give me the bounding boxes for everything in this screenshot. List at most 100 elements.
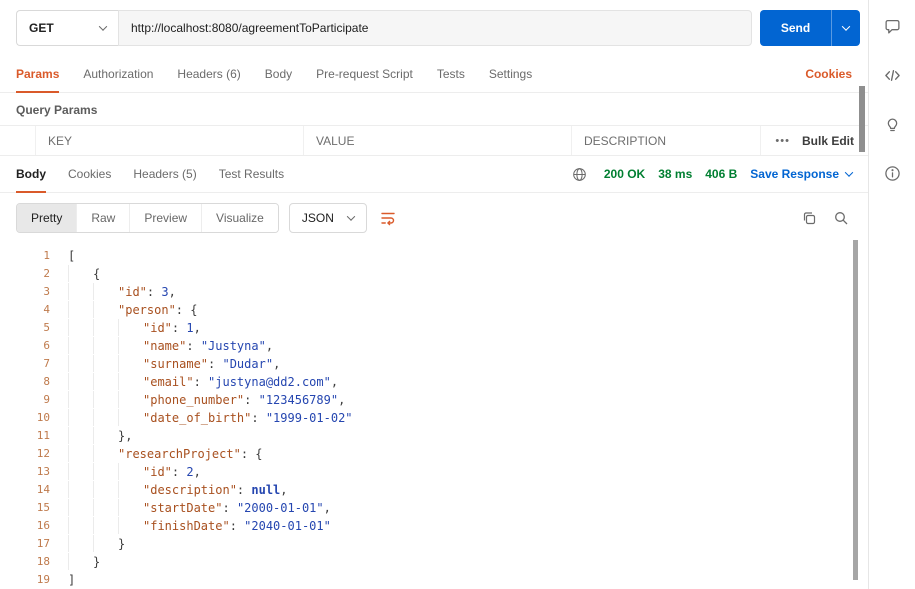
json-string: "2040-01-01" — [244, 519, 331, 533]
json-number: 2 — [186, 465, 194, 479]
json-string: "justyna@dd2.com" — [208, 375, 331, 389]
code-text: "person": { — [50, 301, 197, 319]
code-icon[interactable] — [880, 63, 904, 87]
method-select[interactable]: GET — [16, 10, 118, 46]
column-header-value[interactable]: VALUE — [304, 126, 572, 155]
indent-guide — [93, 391, 118, 408]
column-header-key[interactable]: KEY — [36, 126, 304, 155]
view-tab-visualize[interactable]: Visualize — [202, 204, 278, 232]
indent-guide — [93, 301, 118, 318]
globe-icon[interactable] — [569, 163, 591, 185]
json-punctuation: : — [146, 285, 162, 299]
response-time[interactable]: 38 ms — [658, 167, 692, 181]
json-null: null — [251, 483, 281, 497]
status-badge[interactable]: 200 OK — [604, 167, 645, 181]
indent-guide — [68, 301, 93, 318]
send-button[interactable]: Send — [760, 10, 860, 46]
bulk-edit-button[interactable]: Bulk Edit — [802, 134, 854, 148]
indent-guide — [68, 283, 93, 300]
indent-guide — [118, 481, 143, 498]
request-tab-tests[interactable]: Tests — [437, 56, 465, 92]
request-tabs: Params Authorization Headers (6) Body Pre-re… — [16, 56, 556, 93]
json-key: "phone_number" — [143, 393, 245, 407]
json-key: "description" — [143, 483, 237, 497]
view-tab-preview[interactable]: Preview — [130, 204, 203, 232]
response-meta: 200 OK 38 ms 406 B Save Response — [569, 156, 854, 192]
code-line: 13 "id": 2, — [0, 463, 868, 481]
code-line: 15 "startDate": "2000-01-01", — [0, 499, 868, 517]
view-tab-raw[interactable]: Raw — [77, 204, 131, 232]
code-line: 14 "description": null, — [0, 481, 868, 499]
code-line: 1[ — [0, 247, 868, 265]
url-input[interactable] — [118, 10, 752, 46]
view-tab-pretty[interactable]: Pretty — [17, 204, 78, 232]
line-number: 12 — [36, 447, 50, 460]
request-tab-body[interactable]: Body — [265, 56, 292, 92]
copy-icon[interactable] — [798, 207, 820, 229]
code-text: "finishDate": "2040-01-01" — [50, 517, 331, 535]
indent-guide — [68, 265, 93, 282]
send-options-button[interactable] — [831, 10, 860, 46]
json-punctuation: : — [186, 339, 201, 353]
response-scrollbar[interactable] — [853, 240, 858, 580]
code-line: 3 "id": 3, — [0, 283, 868, 301]
json-string: "Dudar" — [222, 357, 274, 371]
request-tab-settings[interactable]: Settings — [489, 56, 532, 92]
page-scrollbar[interactable] — [859, 86, 865, 152]
code-text: "id": 2, — [50, 463, 201, 481]
code-text: "surname": "Dudar", — [50, 355, 280, 373]
json-punctuation: [ — [68, 249, 76, 263]
request-tab-pre-request-script[interactable]: Pre-request Script — [316, 56, 413, 92]
json-punctuation: , — [338, 393, 346, 407]
lightbulb-icon[interactable] — [880, 112, 904, 136]
response-tabs: Body Cookies Headers (5) Test Results — [16, 156, 306, 193]
json-punctuation: : — [251, 411, 266, 425]
wrap-text-icon[interactable] — [377, 207, 399, 229]
indent-guide — [68, 445, 93, 462]
code-line: 19] — [0, 571, 868, 589]
info-icon[interactable] — [880, 161, 904, 185]
indent-guide — [93, 427, 118, 444]
line-number: 18 — [36, 555, 50, 568]
json-punctuation: : — [208, 357, 223, 371]
comment-icon[interactable] — [880, 14, 904, 38]
indent-guide — [118, 373, 143, 390]
line-number: 2 — [43, 267, 50, 280]
indent-guide — [68, 319, 93, 336]
response-tab-test-results[interactable]: Test Results — [219, 156, 284, 192]
json-key: "id" — [143, 321, 172, 335]
code-text: [ — [50, 247, 75, 265]
line-number: 7 — [43, 357, 50, 370]
more-options-icon[interactable]: ••• — [775, 135, 790, 147]
column-header-description[interactable]: DESCRIPTION — [572, 126, 760, 155]
code-line: 11}, — [0, 427, 868, 445]
request-tab-params[interactable]: Params — [16, 56, 60, 93]
json-punctuation: : { — [240, 447, 263, 461]
save-response-button[interactable]: Save Response — [750, 167, 854, 181]
code-text: "id": 3, — [50, 283, 176, 301]
json-punctuation: , — [193, 321, 201, 335]
query-params-title: Query Params — [16, 103, 98, 117]
json-punctuation: : — [244, 393, 259, 407]
json-string: "1999-01-02" — [265, 411, 353, 425]
response-header: Body Cookies Headers (5) Test Results 200 O… — [0, 156, 868, 193]
indent-guide — [93, 319, 118, 336]
response-tab-body[interactable]: Body — [16, 156, 46, 193]
code-line: 2{ — [0, 265, 868, 283]
indent-guide — [118, 409, 143, 426]
response-size[interactable]: 406 B — [705, 167, 737, 181]
search-icon[interactable] — [830, 207, 852, 229]
response-tab-cookies[interactable]: Cookies — [68, 156, 111, 192]
code-text: "description": null, — [50, 481, 288, 499]
send-label: Send — [780, 21, 811, 35]
cookies-link[interactable]: Cookies — [805, 56, 852, 92]
row-checkbox-cell[interactable] — [0, 126, 36, 155]
code-line: 17} — [0, 535, 868, 553]
format-select[interactable]: JSON — [288, 203, 367, 233]
response-tab-headers-5[interactable]: Headers (5) — [133, 156, 196, 192]
code-text: }, — [50, 427, 132, 445]
code-line: 8 "email": "justyna@dd2.com", — [0, 373, 868, 391]
request-tab-authorization[interactable]: Authorization — [83, 56, 153, 92]
line-number: 9 — [43, 393, 50, 406]
request-tab-headers-6[interactable]: Headers (6) — [177, 56, 240, 92]
